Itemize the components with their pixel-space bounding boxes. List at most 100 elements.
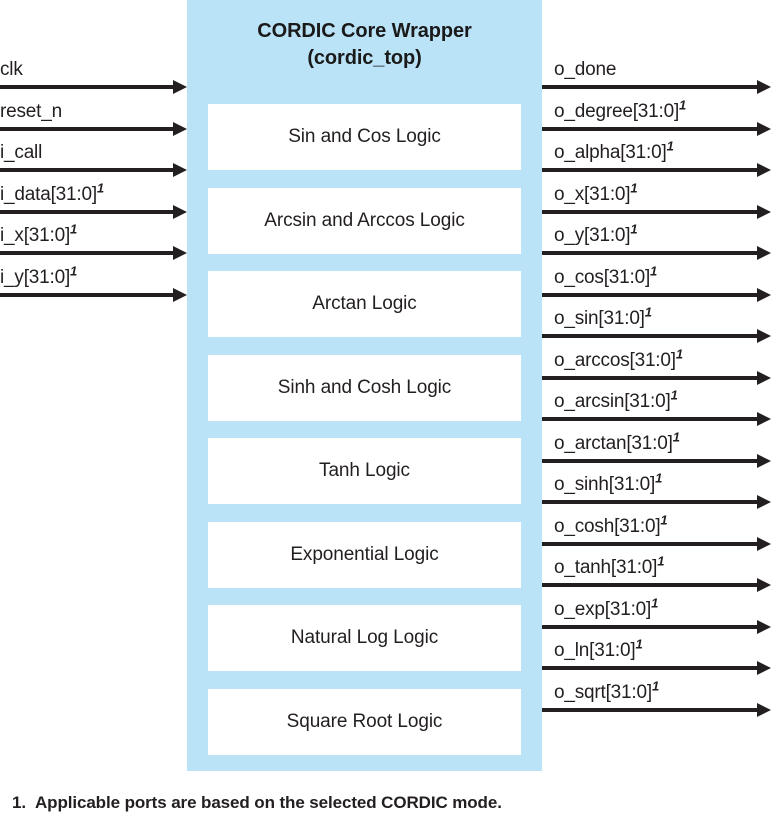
port-name: o_exp[31:0]: [554, 598, 652, 620]
signal-line: [542, 417, 758, 421]
arrowhead-icon: [173, 121, 187, 136]
logic-block: Sinh and Cosh Logic: [208, 354, 521, 421]
arrowhead-icon: [757, 204, 771, 219]
signal-line: [542, 500, 758, 504]
port-name: o_alpha[31:0]: [554, 142, 667, 163]
signal-line: [542, 251, 758, 255]
port-footnote-marker: 1: [672, 429, 680, 445]
output-port-label: o_ln[31:0]1: [554, 636, 643, 662]
signal-line: [0, 168, 174, 172]
port-name: i_x[31:0]: [0, 225, 71, 246]
arrowhead-icon: [757, 80, 771, 94]
output-port-label: o_cos[31:0]1: [554, 264, 657, 289]
arrowhead-icon: [757, 578, 771, 592]
port-name: o_arctan[31:0]: [554, 432, 673, 454]
input-port-label: i_x[31:0]1: [0, 221, 78, 247]
arrowhead-icon: [173, 287, 187, 302]
signal-line: [0, 292, 174, 297]
input-port-label: i_y[31:0]1: [0, 264, 77, 289]
signal-line: [542, 292, 758, 297]
port-name: o_cos[31:0]: [554, 266, 651, 288]
output-port-label: o_cosh[31:0]1: [554, 513, 668, 538]
port-name: reset_n: [0, 100, 62, 122]
footnote-text: Applicable ports are based on the select…: [34, 793, 502, 812]
port-footnote-marker: 1: [657, 553, 665, 569]
port-name: o_tanh[31:0]: [554, 557, 658, 578]
arrowhead-icon: [757, 453, 771, 468]
arrowhead-icon: [173, 163, 187, 177]
logic-block-label: Arctan Logic: [312, 293, 417, 314]
port-name: o_sqrt[31:0]: [554, 681, 652, 703]
port-name: i_call: [0, 142, 43, 163]
output-port-label: o_y[31:0]1: [554, 221, 638, 247]
input-port-label: reset_n: [0, 101, 62, 123]
input-port-label: i_data[31:0]1: [0, 181, 104, 206]
arrowhead-icon: [173, 246, 187, 260]
port-name: i_y[31:0]: [0, 266, 71, 288]
output-port-label: o_done: [554, 59, 616, 81]
port-name: clk: [0, 59, 23, 80]
arrowhead-icon: [757, 536, 771, 551]
port-footnote-marker: 1: [655, 470, 663, 486]
output-port-label: o_arcsin[31:0]1: [554, 387, 678, 413]
signal-line: [0, 85, 174, 89]
arrowhead-icon: [757, 121, 771, 136]
port-name: i_data[31:0]: [0, 183, 97, 205]
output-port-label: o_degree[31:0]1: [554, 98, 686, 123]
port-name: o_degree[31:0]: [554, 100, 680, 122]
arrowhead-icon: [757, 495, 771, 509]
port-footnote-marker: 1: [96, 180, 105, 196]
logic-block: Exponential Logic: [208, 521, 521, 588]
logic-block: Arcsin and Arccos Logic: [208, 187, 521, 254]
port-footnote-marker: 1: [70, 263, 78, 279]
port-footnote-marker: 1: [651, 678, 660, 694]
signal-line: [542, 624, 758, 629]
port-footnote-marker: 1: [630, 221, 638, 237]
port-name: o_y[31:0]: [554, 225, 631, 246]
logic-block: Natural Log Logic: [208, 605, 521, 671]
output-port-label: o_exp[31:0]1: [554, 596, 658, 621]
output-port-label: o_sqrt[31:0]1: [554, 679, 659, 704]
signal-line: [0, 251, 174, 255]
port-name: o_x[31:0]: [554, 183, 631, 205]
logic-block: Square Root Logic: [208, 688, 521, 755]
logic-block: Tanh Logic: [208, 438, 521, 504]
signal-line: [542, 209, 758, 214]
output-port-label: o_alpha[31:0]1: [554, 138, 674, 164]
arrowhead-icon: [757, 702, 771, 717]
port-footnote-marker: 1: [675, 346, 684, 362]
port-footnote-marker: 1: [651, 595, 659, 611]
arrowhead-icon: [757, 619, 771, 634]
port-footnote-marker: 1: [666, 138, 674, 154]
logic-block-label: Sin and Cos Logic: [288, 126, 441, 147]
signal-line: [0, 126, 174, 131]
port-name: o_sinh[31:0]: [554, 474, 656, 495]
output-port-label: o_arctan[31:0]1: [554, 430, 680, 455]
port-footnote-marker: 1: [679, 97, 687, 113]
port-footnote-marker: 1: [635, 636, 643, 652]
footnote-1: 1. Applicable ports are based on the sele…: [12, 793, 502, 813]
footnote-number: 1.: [12, 793, 26, 812]
arrowhead-icon: [757, 287, 771, 302]
cordic-block-diagram: CORDIC Core Wrapper (cordic_top) Sin and…: [0, 0, 771, 830]
logic-block-label: Arcsin and Arccos Logic: [264, 209, 465, 231]
arrowhead-icon: [757, 412, 771, 426]
output-port-label: o_x[31:0]1: [554, 181, 638, 206]
output-port-label: o_arccos[31:0]1: [554, 347, 683, 372]
signal-line: [542, 85, 758, 89]
logic-block-label: Sinh and Cosh Logic: [277, 376, 452, 398]
port-footnote-marker: 1: [70, 221, 78, 237]
arrowhead-icon: [173, 204, 187, 219]
arrowhead-icon: [757, 246, 771, 260]
port-footnote-marker: 1: [670, 387, 678, 403]
signal-line: [0, 209, 174, 214]
port-name: o_ln[31:0]: [554, 640, 636, 661]
signal-line: [542, 666, 758, 670]
port-footnote-marker: 1: [660, 512, 668, 528]
output-port-label: o_sinh[31:0]1: [554, 470, 663, 496]
input-port-label: i_call: [0, 142, 42, 164]
arrowhead-icon: [757, 329, 771, 343]
arrowhead-icon: [757, 163, 771, 177]
arrowhead-icon: [757, 370, 771, 385]
signal-line: [542, 707, 758, 712]
